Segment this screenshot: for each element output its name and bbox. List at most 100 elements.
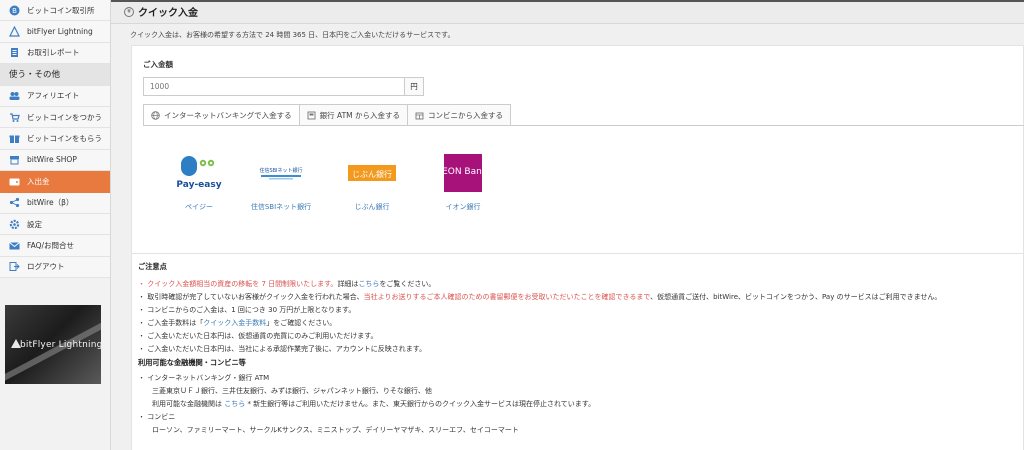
sidebar-item-label: bitFlyer Lightning <box>27 27 93 37</box>
sidebar-item-get-bitcoin[interactable]: ビットコインをもらう <box>0 128 110 150</box>
bank-name: 住信SBIネット銀行 <box>250 203 312 211</box>
note-1-text: 詳細は <box>337 280 359 288</box>
sidebar-item-label: ビットコイン取引所 <box>27 5 95 15</box>
sidebar-item-bitwire[interactable]: bitWire（β） <box>0 192 110 214</box>
note-line-2: ・ 取引時確認が完了していないお客様がクイック入金を行われた場合、当社よりお送り… <box>138 292 941 302</box>
jibun-logo-text: じぶん銀行 <box>352 169 392 179</box>
cart-icon <box>9 112 20 123</box>
intro-text: クイック入金は、お客様の希望する方法で 24 時間 365 日、日本円をご入金い… <box>130 31 455 39</box>
sidebar-item-label: ビットコインをつかう <box>27 112 102 122</box>
note-4-text-b: 」をご確認ください。 <box>266 319 337 327</box>
main-content: クイック入金は、お客様の希望する方法で 24 時間 365 日、日本円をご入金い… <box>121 24 1024 450</box>
inst-note-text-a: 利用可能な金融機関は <box>152 400 222 408</box>
store-icon <box>415 111 424 120</box>
jibun-logo: じぶん銀行 <box>347 154 397 192</box>
note-1-end: をご覧ください。 <box>379 280 436 288</box>
lightning-ad-banner[interactable]: bitFlyer Lightning <box>5 305 101 384</box>
wallet-icon <box>9 176 20 187</box>
institutions-link[interactable]: こちら <box>224 400 245 408</box>
tab-internet-banking[interactable]: インターネットバンキングで入金する <box>143 104 300 126</box>
bank-aeon[interactable]: ÆON Bank イオン銀行 <box>423 154 503 212</box>
sidebar-item-exchange[interactable]: B ビットコイン取引所 <box>0 0 110 22</box>
bank-payeasy[interactable]: Pay-easy ペイジー <box>159 154 239 212</box>
aeon-logo-text: ÆON Bank <box>444 167 482 177</box>
sidebar-item-use-bitcoin[interactable]: ビットコインをつかう <box>0 106 110 129</box>
tab-convenience-store[interactable]: コンビニから入金する <box>407 104 512 125</box>
note-1-warning: ・ クイック入金額相当の資産の移転を 7 日間制限いたします。 <box>138 280 338 288</box>
amount-input[interactable] <box>143 77 405 96</box>
inst-line-1: ・ インターネットバンキング・銀行 ATM <box>138 374 270 382</box>
note-4-text-a: ・ ご入金手数料は「 <box>138 319 204 327</box>
report-icon <box>9 47 20 58</box>
users-icon <box>9 90 20 101</box>
sidebar-item-label: 入出金 <box>27 176 50 186</box>
sbi-logo: 住信SBIネット銀行 <box>255 154 307 192</box>
sidebar-item-label: bitWire（β） <box>27 198 74 208</box>
mail-icon <box>9 240 20 251</box>
tab-label: インターネットバンキングで入金する <box>164 111 292 120</box>
inst-note: 利用可能な金融機関は こちら * 新生銀行等はご利用いただけません。また、東天銀… <box>152 399 595 409</box>
top-border <box>111 0 1024 2</box>
gift-icon <box>9 133 20 144</box>
note-line-3: ・ コンビニからのご入金は、1 回につき 30 万円が上限となります。 <box>138 306 356 314</box>
sidebar: B ビットコイン取引所 bitFlyer Lightning お取引レポート 使… <box>0 0 111 450</box>
sidebar-item-label: FAQ/お問合せ <box>27 240 75 250</box>
bank-sbi[interactable]: 住信SBIネット銀行 住信SBIネット銀行 <box>241 154 321 212</box>
note-2-warning: 当社よりお送りするご本人確認のための書留郵便をお受取いただいたことを確認できるま… <box>363 293 651 301</box>
sidebar-item-settings[interactable]: 設定 <box>0 213 110 236</box>
note-1-link[interactable]: こちら <box>358 280 379 288</box>
atm-icon <box>307 111 316 120</box>
sidebar-item-shop[interactable]: bitWire SHOP <box>0 149 110 172</box>
amount-unit: 円 <box>404 77 424 96</box>
bank-jibun[interactable]: じぶん銀行 じぶん銀行 <box>332 154 412 212</box>
sbi-logo-text: 住信SBIネット銀行 <box>259 167 302 174</box>
sidebar-item-lightning[interactable]: bitFlyer Lightning <box>0 21 110 43</box>
convenience-stores: ローソン、ファミリーマート、サークルKサンクス、ミニストップ、デイリーヤマザキ、… <box>152 426 519 434</box>
banner-text: bitFlyer Lightning <box>20 340 101 350</box>
inst-banks: 三菱東京ＵＦＪ銀行、三井住友銀行、みずほ銀行、ジャパンネット銀行、りそな銀行、他 <box>152 387 432 395</box>
fee-link[interactable]: クイック入金手数料 <box>203 319 266 327</box>
sidebar-item-affiliate[interactable]: アフィリエイト <box>0 85 110 107</box>
yen-circle-icon: ¥ <box>124 6 134 17</box>
notes-title: ご注意点 <box>138 262 167 271</box>
tab-label: 銀行 ATM から入金する <box>319 110 401 120</box>
bitcoin-icon: B <box>9 5 20 16</box>
sidebar-item-label: bitWire SHOP <box>27 155 77 165</box>
note-2-text-b: 、仮想通貨ご送付、bitWire、ビットコインをつかう、Pay のサービスはご利… <box>650 293 942 301</box>
sidebar-section-other: 使う・その他 <box>0 64 110 86</box>
logout-icon <box>9 261 20 272</box>
sidebar-item-logout[interactable]: ログアウト <box>0 256 110 279</box>
sidebar-item-label: ビットコインをもらう <box>27 134 102 144</box>
bank-name: じぶん銀行 <box>354 203 390 211</box>
sidebar-item-label: アフィリエイト <box>27 91 80 101</box>
bank-name: ペイジー <box>185 203 213 211</box>
sidebar-section-label: 使う・その他 <box>9 70 61 81</box>
note-line-4: ・ ご入金手数料は「クイック入金手数料」をご確認ください。 <box>138 318 336 328</box>
sidebar-item-label: ログアウト <box>27 262 65 272</box>
note-line-6: ・ ご入金いただいた日本円は、当社による承認作業完了後に、アカウントに反映されま… <box>138 345 427 353</box>
note-line-1: ・ クイック入金額相当の資産の移転を 7 日間制限いたします。詳細はこちらをご覧… <box>138 279 435 289</box>
page-header: ¥ クイック入金 <box>111 0 1024 24</box>
tabs-divider <box>143 125 1024 126</box>
tab-label: コンビニから入金する <box>428 110 504 120</box>
available-institutions-title: 利用可能な金融機関・コンビニ等 <box>138 358 246 367</box>
sidebar-item-report[interactable]: お取引レポート <box>0 42 110 65</box>
inst-note-text-b: * 新生銀行等はご利用いただけません。また、東天銀行からのクイック入金サービスは… <box>245 400 596 408</box>
sidebar-item-faq[interactable]: FAQ/お問合せ <box>0 235 110 257</box>
sidebar-item-label: お取引レポート <box>27 48 80 58</box>
payeasy-logo: Pay-easy <box>175 154 223 192</box>
sidebar-item-label: 設定 <box>27 219 42 229</box>
tab-bank-atm[interactable]: 銀行 ATM から入金する <box>298 104 409 125</box>
note-2-text-a: ・ 取引時確認が完了していないお客様がクイック入金を行われた場合、 <box>138 293 364 301</box>
globe-icon <box>151 111 160 120</box>
gear-icon <box>9 219 20 230</box>
deposit-method-tabs: インターネットバンキングで入金する 銀行 ATM から入金する コンビニから入金… <box>143 104 512 126</box>
triangle-logo-icon <box>9 26 20 37</box>
sidebar-item-deposit[interactable]: 入出金 <box>0 171 110 193</box>
shop-icon <box>9 154 20 165</box>
notes-panel: ご注意点 ・ クイック入金額相当の資産の移転を 7 日間制限いたします。詳細はこ… <box>131 253 1024 450</box>
bank-name: イオン銀行 <box>445 203 481 211</box>
aeon-logo: ÆON Bank <box>444 154 482 192</box>
payeasy-logo-text: Pay-easy <box>176 180 221 190</box>
page-title: クイック入金 <box>138 8 198 19</box>
